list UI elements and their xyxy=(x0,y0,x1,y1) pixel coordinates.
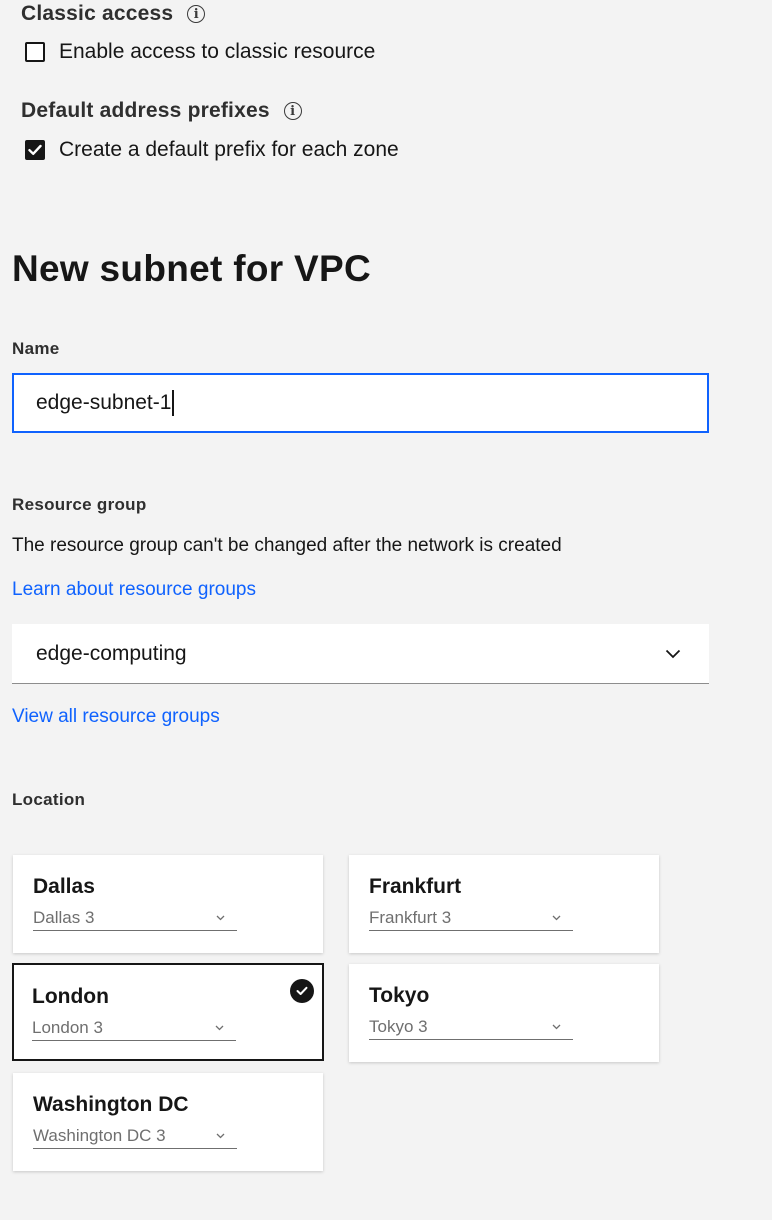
location-tile-tokyo[interactable]: Tokyo Tokyo 3 xyxy=(349,964,659,1062)
view-all-resource-groups-link[interactable]: View all resource groups xyxy=(12,706,220,728)
info-icon[interactable]: i xyxy=(283,102,302,120)
resource-group-label: Resource group xyxy=(12,495,147,514)
chevron-down-icon xyxy=(216,1133,225,1138)
classic-access-checkbox-label: Enable access to classic resource xyxy=(59,40,376,63)
zone-select[interactable]: Washington DC 3 xyxy=(33,1123,237,1149)
location-tile-london[interactable]: London London 3 xyxy=(12,963,324,1061)
name-input-value: edge-subnet-1 xyxy=(36,391,172,414)
resource-group-select[interactable]: edge-computing xyxy=(12,624,709,684)
zone-select-value: Frankfurt 3 xyxy=(369,907,452,927)
tile-title: Dallas xyxy=(33,875,95,898)
tile-title: Frankfurt xyxy=(369,875,462,898)
chevron-down-icon xyxy=(552,915,561,920)
chevron-down-icon xyxy=(215,1025,224,1030)
default-prefixes-label: Default address prefixes i xyxy=(21,99,302,123)
zone-select[interactable]: Frankfurt 3 xyxy=(369,905,573,931)
location-tile-frankfurt[interactable]: Frankfurt Frankfurt 3 xyxy=(349,855,659,953)
zone-select-value: Tokyo 3 xyxy=(369,1016,428,1036)
zone-select-value: Dallas 3 xyxy=(33,907,95,927)
location-tile-washington-dc[interactable]: Washington DC Washington DC 3 xyxy=(13,1073,323,1171)
tile-title: Tokyo xyxy=(369,984,430,1007)
checkmark-filled-icon xyxy=(290,979,314,1003)
default-prefixes-checkbox-label: Create a default prefix for each zone xyxy=(59,138,399,161)
location-label: Location xyxy=(12,790,86,809)
classic-access-label: Classic access i xyxy=(21,2,206,26)
name-label: Name xyxy=(12,339,60,358)
resource-group-helper-text: The resource group can't be changed afte… xyxy=(12,535,562,556)
zone-select[interactable]: Tokyo 3 xyxy=(369,1014,573,1040)
zone-select-value: London 3 xyxy=(32,1017,103,1037)
learn-resource-groups-link[interactable]: Learn about resource groups xyxy=(12,579,256,601)
zone-select-value: Washington DC 3 xyxy=(33,1125,166,1145)
text-caret xyxy=(172,390,175,416)
chevron-down-icon xyxy=(216,915,225,920)
resource-group-select-value: edge-computing xyxy=(36,641,187,665)
name-input[interactable]: edge-subnet-1 xyxy=(12,373,709,433)
zone-select[interactable]: London 3 xyxy=(32,1015,236,1041)
default-prefixes-checkbox[interactable] xyxy=(25,140,45,160)
info-icon[interactable]: i xyxy=(187,5,206,23)
default-prefixes-checkbox-row[interactable]: Create a default prefix for each zone xyxy=(25,138,399,162)
chevron-down-icon xyxy=(552,1024,561,1029)
classic-access-checkbox-row[interactable]: Enable access to classic resource xyxy=(25,40,375,64)
tile-title: Washington DC xyxy=(33,1093,189,1116)
location-tile-dallas[interactable]: Dallas Dallas 3 xyxy=(13,855,323,953)
classic-access-checkbox[interactable] xyxy=(25,42,45,62)
zone-select[interactable]: Dallas 3 xyxy=(33,905,237,931)
chevron-down-icon xyxy=(665,649,681,658)
page-title: New subnet for VPC xyxy=(12,248,371,289)
checkmark-icon xyxy=(28,144,42,155)
tile-title: London xyxy=(32,985,109,1008)
